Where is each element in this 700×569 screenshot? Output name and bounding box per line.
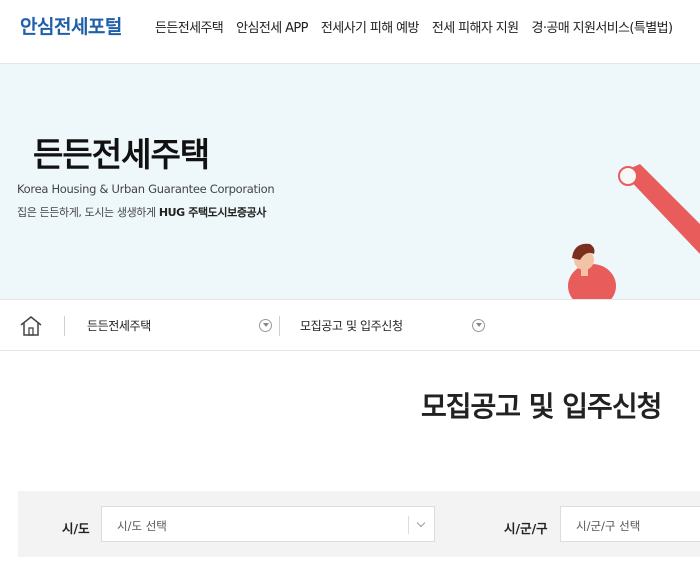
hero-subtitle-ko-prefix: 집은 든든하게, 도시는 생생하게 [17,206,159,219]
hero-subtitle-en: Korea Housing & Urban Guarantee Corporat… [17,182,275,196]
search-filter-bar: 시/도 시/도 선택 시/군/구 시/군/구 선택 [18,491,700,557]
breadcrumb-divider [64,316,65,336]
sigungu-select[interactable]: 시/군/구 선택 [560,506,700,542]
chevron-down-icon[interactable] [472,319,485,332]
nav-item-auction-support[interactable]: 경·공매 지원서비스(특별법) [531,17,673,36]
chevron-down-icon [408,516,434,534]
pencil-illustration [618,164,700,254]
nav-item-fraud-prevention[interactable]: 전세사기 피해 예방 [321,17,420,36]
site-logo[interactable]: 안심전세포털 [20,12,122,39]
chevron-down-icon[interactable] [259,319,272,332]
nav-item-victim-support[interactable]: 전세 피해자 지원 [432,17,519,36]
sigungu-select-value: 시/군/구 선택 [576,519,641,533]
nav-item-app[interactable]: 안심전세 APP [236,17,308,36]
page-title: 모집공고 및 입주신청 [421,390,662,423]
hero-title: 든든전세주택 [33,135,210,174]
breadcrumb: 든든전세주택 모집공고 및 입주신청 [0,299,700,351]
breadcrumb-level2[interactable]: 모집공고 및 입주신청 [300,317,403,334]
nav-item-dundeun[interactable]: 든든전세주택 [155,17,224,36]
home-icon[interactable] [18,313,44,339]
hero-subtitle-ko: 집은 든든하게, 도시는 생생하게 HUG 주택도시보증공사 [17,204,266,220]
sido-label: 시/도 [62,521,90,536]
hero-subtitle-ko-bold: HUG 주택도시보증공사 [158,206,267,219]
site-header: 안심전세포털 든든전세주택 안심전세 APP 전세사기 피해 예방 전세 피해자… [0,0,700,64]
breadcrumb-level1[interactable]: 든든전세주택 [87,317,151,334]
sido-select[interactable]: 시/도 선택 [101,506,435,542]
main-nav: 든든전세주택 안심전세 APP 전세사기 피해 예방 전세 피해자 지원 경·공… [155,17,673,36]
person-illustration [568,243,616,299]
sido-select-value: 시/도 선택 [117,519,167,533]
breadcrumb-divider [279,316,280,336]
sigungu-label: 시/군/구 [504,521,548,536]
hero-banner: 든든전세주택 Korea Housing & Urban Guarantee C… [0,64,700,299]
